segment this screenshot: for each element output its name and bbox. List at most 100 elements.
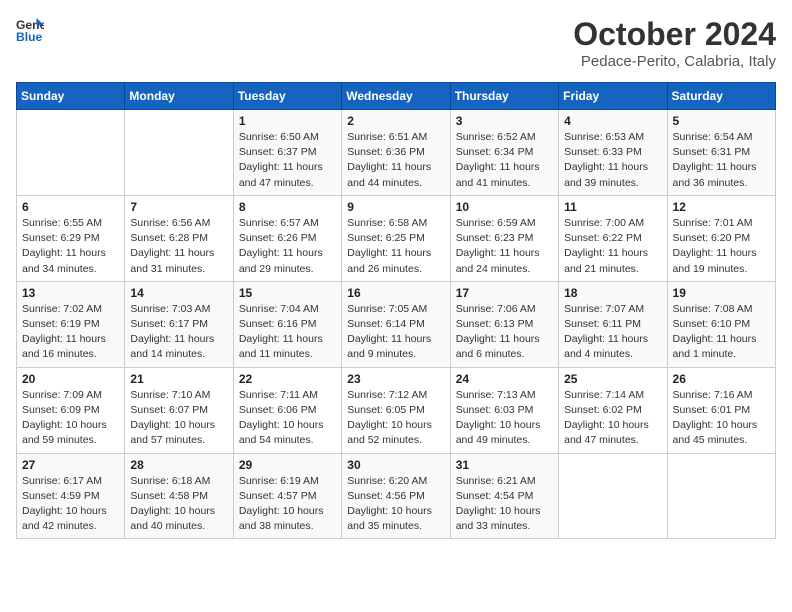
logo: General Blue bbox=[16, 16, 44, 44]
calendar-cell: 17 Sunrise: 7:06 AM Sunset: 6:13 PM Dayli… bbox=[450, 281, 558, 367]
calendar-cell: 3Sunrise: 6:52 AM Sunset: 6:34 PM Daylig… bbox=[450, 110, 558, 196]
day-number: 9 bbox=[347, 200, 444, 214]
day-number: 18 bbox=[564, 286, 661, 300]
week-row-1: 1 Sunrise: 6:50 AM Sunset: 6:37 PM Daylig… bbox=[17, 110, 776, 196]
day-info: Sunrise: 6:52 AM Sunset: 6:34 PM Dayligh… bbox=[456, 130, 553, 191]
calendar-cell: 25 Sunrise: 7:14 AM Sunset: 6:02 PM Dayli… bbox=[559, 367, 667, 453]
day-info: Sunrise: 7:14 AM Sunset: 6:02 PM Dayligh… bbox=[564, 388, 661, 449]
calendar-cell: 31Sunrise: 6:21 AM Sunset: 4:54 PM Dayli… bbox=[450, 453, 558, 539]
day-number: 13 bbox=[22, 286, 119, 300]
calendar-cell: 30 Sunrise: 6:20 AM Sunset: 4:56 PM Dayli… bbox=[342, 453, 450, 539]
day-info: Sunrise: 6:53 AM Sunset: 6:33 PM Dayligh… bbox=[564, 130, 661, 191]
calendar-cell: 6 Sunrise: 6:55 AM Sunset: 6:29 PM Daylig… bbox=[17, 195, 125, 281]
calendar-cell: 21 Sunrise: 7:10 AM Sunset: 6:07 PM Dayli… bbox=[125, 367, 233, 453]
calendar-cell: 8 Sunrise: 6:57 AM Sunset: 6:26 PM Daylig… bbox=[233, 195, 341, 281]
calendar-cell: 23Sunrise: 7:12 AM Sunset: 6:05 PM Dayli… bbox=[342, 367, 450, 453]
calendar-cell: 12Sunrise: 7:01 AM Sunset: 6:20 PM Dayli… bbox=[667, 195, 775, 281]
calendar-cell: 14Sunrise: 7:03 AM Sunset: 6:17 PM Dayli… bbox=[125, 281, 233, 367]
calendar-cell: 13 Sunrise: 7:02 AM Sunset: 6:19 PM Dayli… bbox=[17, 281, 125, 367]
calendar-cell: 27 Sunrise: 6:17 AM Sunset: 4:59 PM Dayli… bbox=[17, 453, 125, 539]
day-info: Sunrise: 7:11 AM Sunset: 6:06 PM Dayligh… bbox=[239, 388, 336, 449]
calendar-cell: 24 Sunrise: 7:13 AM Sunset: 6:03 PM Dayli… bbox=[450, 367, 558, 453]
day-info: Sunrise: 7:06 AM Sunset: 6:13 PM Dayligh… bbox=[456, 302, 553, 363]
day-number: 7 bbox=[130, 200, 227, 214]
day-number: 15 bbox=[239, 286, 336, 300]
location-subtitle: Pedace-Perito, Calabria, Italy bbox=[573, 53, 776, 70]
day-number: 12 bbox=[673, 200, 770, 214]
day-number: 17 bbox=[456, 286, 553, 300]
day-info: Sunrise: 7:05 AM Sunset: 6:14 PM Dayligh… bbox=[347, 302, 444, 363]
day-info: Sunrise: 7:09 AM Sunset: 6:09 PM Dayligh… bbox=[22, 388, 119, 449]
day-info: Sunrise: 6:57 AM Sunset: 6:26 PM Dayligh… bbox=[239, 216, 336, 277]
calendar-cell bbox=[559, 453, 667, 539]
day-number: 23 bbox=[347, 372, 444, 386]
day-info: Sunrise: 7:03 AM Sunset: 6:17 PM Dayligh… bbox=[130, 302, 227, 363]
day-number: 21 bbox=[130, 372, 227, 386]
day-number: 28 bbox=[130, 458, 227, 472]
calendar-cell bbox=[125, 110, 233, 196]
day-info: Sunrise: 6:17 AM Sunset: 4:59 PM Dayligh… bbox=[22, 474, 119, 535]
week-row-4: 20 Sunrise: 7:09 AM Sunset: 6:09 PM Dayli… bbox=[17, 367, 776, 453]
page-header: General Blue October 2024 Pedace-Perito,… bbox=[16, 16, 776, 70]
day-info: Sunrise: 7:13 AM Sunset: 6:03 PM Dayligh… bbox=[456, 388, 553, 449]
calendar-cell: 18Sunrise: 7:07 AM Sunset: 6:11 PM Dayli… bbox=[559, 281, 667, 367]
header-saturday: Saturday bbox=[667, 83, 775, 110]
day-info: Sunrise: 6:19 AM Sunset: 4:57 PM Dayligh… bbox=[239, 474, 336, 535]
header-monday: Monday bbox=[125, 83, 233, 110]
day-info: Sunrise: 7:10 AM Sunset: 6:07 PM Dayligh… bbox=[130, 388, 227, 449]
calendar-cell: 16Sunrise: 7:05 AM Sunset: 6:14 PM Dayli… bbox=[342, 281, 450, 367]
day-number: 30 bbox=[347, 458, 444, 472]
day-number: 11 bbox=[564, 200, 661, 214]
header-tuesday: Tuesday bbox=[233, 83, 341, 110]
day-number: 19 bbox=[673, 286, 770, 300]
day-number: 22 bbox=[239, 372, 336, 386]
calendar-cell: 15 Sunrise: 7:04 AM Sunset: 6:16 PM Dayli… bbox=[233, 281, 341, 367]
calendar-cell: 9 Sunrise: 6:58 AM Sunset: 6:25 PM Daylig… bbox=[342, 195, 450, 281]
calendar-cell: 28Sunrise: 6:18 AM Sunset: 4:58 PM Dayli… bbox=[125, 453, 233, 539]
calendar-cell: 10 Sunrise: 6:59 AM Sunset: 6:23 PM Dayli… bbox=[450, 195, 558, 281]
calendar-cell: 22 Sunrise: 7:11 AM Sunset: 6:06 PM Dayli… bbox=[233, 367, 341, 453]
day-number: 6 bbox=[22, 200, 119, 214]
day-number: 26 bbox=[673, 372, 770, 386]
calendar-cell: 5 Sunrise: 6:54 AM Sunset: 6:31 PM Daylig… bbox=[667, 110, 775, 196]
day-info: Sunrise: 6:20 AM Sunset: 4:56 PM Dayligh… bbox=[347, 474, 444, 535]
day-info: Sunrise: 6:50 AM Sunset: 6:37 PM Dayligh… bbox=[239, 130, 336, 191]
day-number: 1 bbox=[239, 114, 336, 128]
day-info: Sunrise: 7:16 AM Sunset: 6:01 PM Dayligh… bbox=[673, 388, 770, 449]
day-info: Sunrise: 7:02 AM Sunset: 6:19 PM Dayligh… bbox=[22, 302, 119, 363]
day-number: 29 bbox=[239, 458, 336, 472]
calendar-table: SundayMondayTuesdayWednesdayThursdayFrid… bbox=[16, 82, 776, 539]
title-block: October 2024 Pedace-Perito, Calabria, It… bbox=[573, 16, 776, 70]
calendar-cell: 7 Sunrise: 6:56 AM Sunset: 6:28 PM Daylig… bbox=[125, 195, 233, 281]
svg-text:Blue: Blue bbox=[16, 30, 43, 44]
day-number: 20 bbox=[22, 372, 119, 386]
day-number: 4 bbox=[564, 114, 661, 128]
day-number: 27 bbox=[22, 458, 119, 472]
header-wednesday: Wednesday bbox=[342, 83, 450, 110]
calendar-cell: 1 Sunrise: 6:50 AM Sunset: 6:37 PM Daylig… bbox=[233, 110, 341, 196]
day-info: Sunrise: 6:56 AM Sunset: 6:28 PM Dayligh… bbox=[130, 216, 227, 277]
header-sunday: Sunday bbox=[17, 83, 125, 110]
day-info: Sunrise: 6:21 AM Sunset: 4:54 PM Dayligh… bbox=[456, 474, 553, 535]
day-info: Sunrise: 6:54 AM Sunset: 6:31 PM Dayligh… bbox=[673, 130, 770, 191]
day-info: Sunrise: 7:04 AM Sunset: 6:16 PM Dayligh… bbox=[239, 302, 336, 363]
day-info: Sunrise: 6:59 AM Sunset: 6:23 PM Dayligh… bbox=[456, 216, 553, 277]
calendar-cell: 4 Sunrise: 6:53 AM Sunset: 6:33 PM Daylig… bbox=[559, 110, 667, 196]
day-number: 25 bbox=[564, 372, 661, 386]
day-info: Sunrise: 6:55 AM Sunset: 6:29 PM Dayligh… bbox=[22, 216, 119, 277]
calendar-cell: 11Sunrise: 7:00 AM Sunset: 6:22 PM Dayli… bbox=[559, 195, 667, 281]
day-number: 2 bbox=[347, 114, 444, 128]
calendar-cell: 19 Sunrise: 7:08 AM Sunset: 6:10 PM Dayli… bbox=[667, 281, 775, 367]
week-row-2: 6 Sunrise: 6:55 AM Sunset: 6:29 PM Daylig… bbox=[17, 195, 776, 281]
week-row-3: 13 Sunrise: 7:02 AM Sunset: 6:19 PM Dayli… bbox=[17, 281, 776, 367]
day-info: Sunrise: 7:08 AM Sunset: 6:10 PM Dayligh… bbox=[673, 302, 770, 363]
day-number: 8 bbox=[239, 200, 336, 214]
calendar-cell: 29 Sunrise: 6:19 AM Sunset: 4:57 PM Dayli… bbox=[233, 453, 341, 539]
day-number: 10 bbox=[456, 200, 553, 214]
calendar-cell: 26 Sunrise: 7:16 AM Sunset: 6:01 PM Dayli… bbox=[667, 367, 775, 453]
calendar-cell: 20 Sunrise: 7:09 AM Sunset: 6:09 PM Dayli… bbox=[17, 367, 125, 453]
day-number: 5 bbox=[673, 114, 770, 128]
day-number: 24 bbox=[456, 372, 553, 386]
calendar-cell: 2Sunrise: 6:51 AM Sunset: 6:36 PM Daylig… bbox=[342, 110, 450, 196]
day-info: Sunrise: 6:58 AM Sunset: 6:25 PM Dayligh… bbox=[347, 216, 444, 277]
